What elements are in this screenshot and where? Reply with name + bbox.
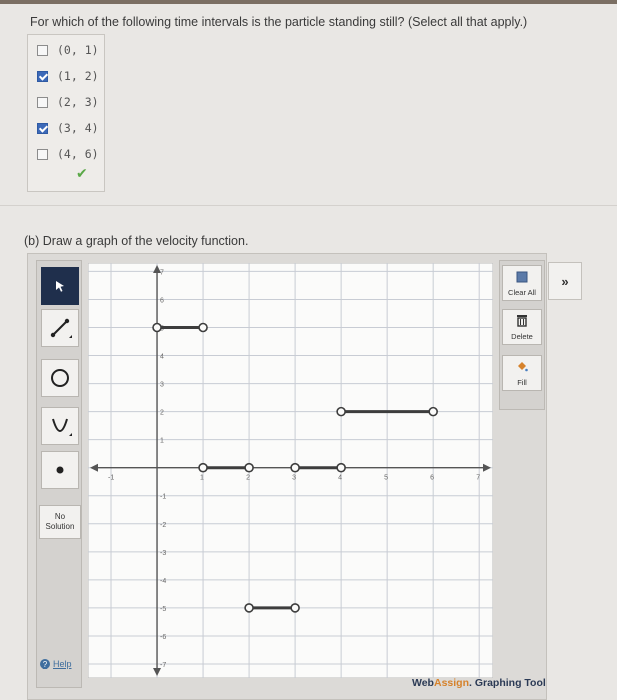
x-tick-label: 2 bbox=[246, 475, 250, 482]
brand-part-web: Web bbox=[412, 677, 434, 689]
clear-all-icon bbox=[516, 271, 528, 286]
y-tick-label: 7 bbox=[160, 269, 164, 276]
choice-label: (3, 4) bbox=[57, 121, 99, 135]
choice-label: (4, 6) bbox=[57, 147, 99, 161]
x-tick-label: 4 bbox=[338, 475, 342, 482]
help-label: Help bbox=[53, 659, 72, 669]
top-bar bbox=[0, 0, 617, 4]
y-tick-label: -1 bbox=[160, 494, 166, 501]
choice-item[interactable]: (2, 3) bbox=[37, 94, 99, 110]
brand-part-suffix: . Graphing Tool bbox=[469, 677, 546, 689]
segment-endpoint bbox=[244, 462, 254, 473]
choice-label: (1, 2) bbox=[57, 69, 99, 83]
segment-endpoint bbox=[152, 322, 162, 333]
delete-label: Delete bbox=[511, 332, 533, 341]
webassign-brand: WebAssign. Graphing Tool bbox=[412, 677, 546, 689]
y-tick-label: -2 bbox=[160, 522, 166, 529]
clear-all-button[interactable]: Clear All bbox=[502, 265, 542, 301]
point-tool-button[interactable] bbox=[41, 451, 79, 489]
y-tick-label: 2 bbox=[160, 410, 164, 417]
x-tick-label: 5 bbox=[384, 475, 388, 482]
y-tick-label: -3 bbox=[160, 550, 166, 557]
parabola-tool-button[interactable] bbox=[41, 407, 79, 445]
pointer-tool-button[interactable] bbox=[41, 267, 79, 305]
graph-background bbox=[88, 263, 493, 678]
no-solution-button[interactable]: No Solution bbox=[39, 505, 81, 539]
no-solution-line2: Solution bbox=[45, 522, 75, 531]
checkbox[interactable] bbox=[37, 148, 48, 160]
segment-endpoint bbox=[244, 603, 254, 613]
tool-palette: No Solution ? Help bbox=[36, 260, 82, 688]
choice-label: (2, 3) bbox=[57, 95, 99, 109]
velocity-graph[interactable]: -112345677654321-1-2-3-4-5-6-7 bbox=[88, 263, 493, 678]
segment-endpoint bbox=[428, 406, 438, 417]
x-tick-label: 6 bbox=[430, 475, 434, 482]
segment-endpoint bbox=[198, 462, 208, 473]
clear-all-label: Clear All bbox=[508, 288, 536, 297]
help-link[interactable]: ? Help bbox=[40, 659, 72, 669]
delete-button[interactable]: Delete bbox=[502, 309, 542, 345]
double-chevron-right-icon: » bbox=[561, 273, 569, 289]
segment-endpoint bbox=[336, 406, 346, 417]
question-text: For which of the following time interval… bbox=[30, 15, 528, 29]
brand-part-assign: Assign bbox=[433, 677, 469, 689]
y-tick-label: 1 bbox=[160, 438, 164, 445]
choice-item[interactable]: (4, 6) bbox=[37, 146, 99, 162]
y-tick-label: 3 bbox=[160, 382, 164, 389]
checkbox-checked[interactable] bbox=[37, 122, 48, 134]
circle-tool-button[interactable] bbox=[41, 359, 79, 397]
y-tick-label: -7 bbox=[160, 662, 166, 669]
line-tool-button[interactable] bbox=[41, 309, 79, 347]
choice-label: (0, 1) bbox=[57, 43, 99, 57]
segment-endpoint bbox=[290, 462, 300, 473]
checkbox[interactable] bbox=[37, 96, 48, 108]
choice-item[interactable]: (0, 1) bbox=[37, 42, 99, 58]
fill-label: Fill bbox=[517, 378, 527, 387]
checkbox-checked[interactable] bbox=[37, 70, 48, 82]
no-solution-line1: No bbox=[54, 512, 66, 521]
expand-panel-button[interactable]: » bbox=[548, 262, 582, 300]
y-tick-label: 6 bbox=[160, 297, 164, 304]
choice-item[interactable]: (3, 4) bbox=[37, 120, 99, 136]
y-tick-label: -6 bbox=[160, 634, 166, 641]
checkmark-icon: ✔ bbox=[76, 165, 88, 181]
fill-button[interactable]: Fill bbox=[502, 355, 542, 391]
parabola-tool-icon bbox=[52, 418, 72, 436]
point-tool-icon bbox=[56, 466, 64, 474]
segment-endpoint bbox=[336, 462, 346, 473]
x-tick-label: -1 bbox=[108, 475, 114, 482]
section-divider bbox=[0, 205, 617, 206]
segment-endpoint bbox=[198, 322, 208, 333]
y-tick-label: -4 bbox=[160, 578, 166, 585]
segment-endpoint bbox=[290, 603, 300, 613]
trash-icon bbox=[516, 314, 528, 330]
checkbox[interactable] bbox=[37, 44, 48, 56]
y-tick-label: -5 bbox=[160, 606, 166, 613]
choices-box: (0, 1) (1, 2) (2, 3) (3, 4) (4, 6) ✔ bbox=[27, 34, 105, 192]
fill-bucket-icon bbox=[516, 361, 528, 376]
circle-tool-icon bbox=[51, 369, 69, 387]
pointer-icon bbox=[56, 281, 64, 292]
x-tick-label: 1 bbox=[200, 475, 204, 482]
action-palette: Clear All Delete Fill bbox=[499, 260, 545, 410]
part-b-prompt: (b) Draw a graph of the velocity functio… bbox=[24, 234, 249, 248]
line-tool-icon bbox=[50, 318, 72, 338]
x-tick-label: 7 bbox=[476, 475, 480, 482]
x-tick-label: 3 bbox=[292, 475, 296, 482]
help-icon: ? bbox=[40, 659, 50, 669]
choice-item[interactable]: (1, 2) bbox=[37, 68, 99, 84]
y-tick-label: 4 bbox=[160, 354, 164, 361]
